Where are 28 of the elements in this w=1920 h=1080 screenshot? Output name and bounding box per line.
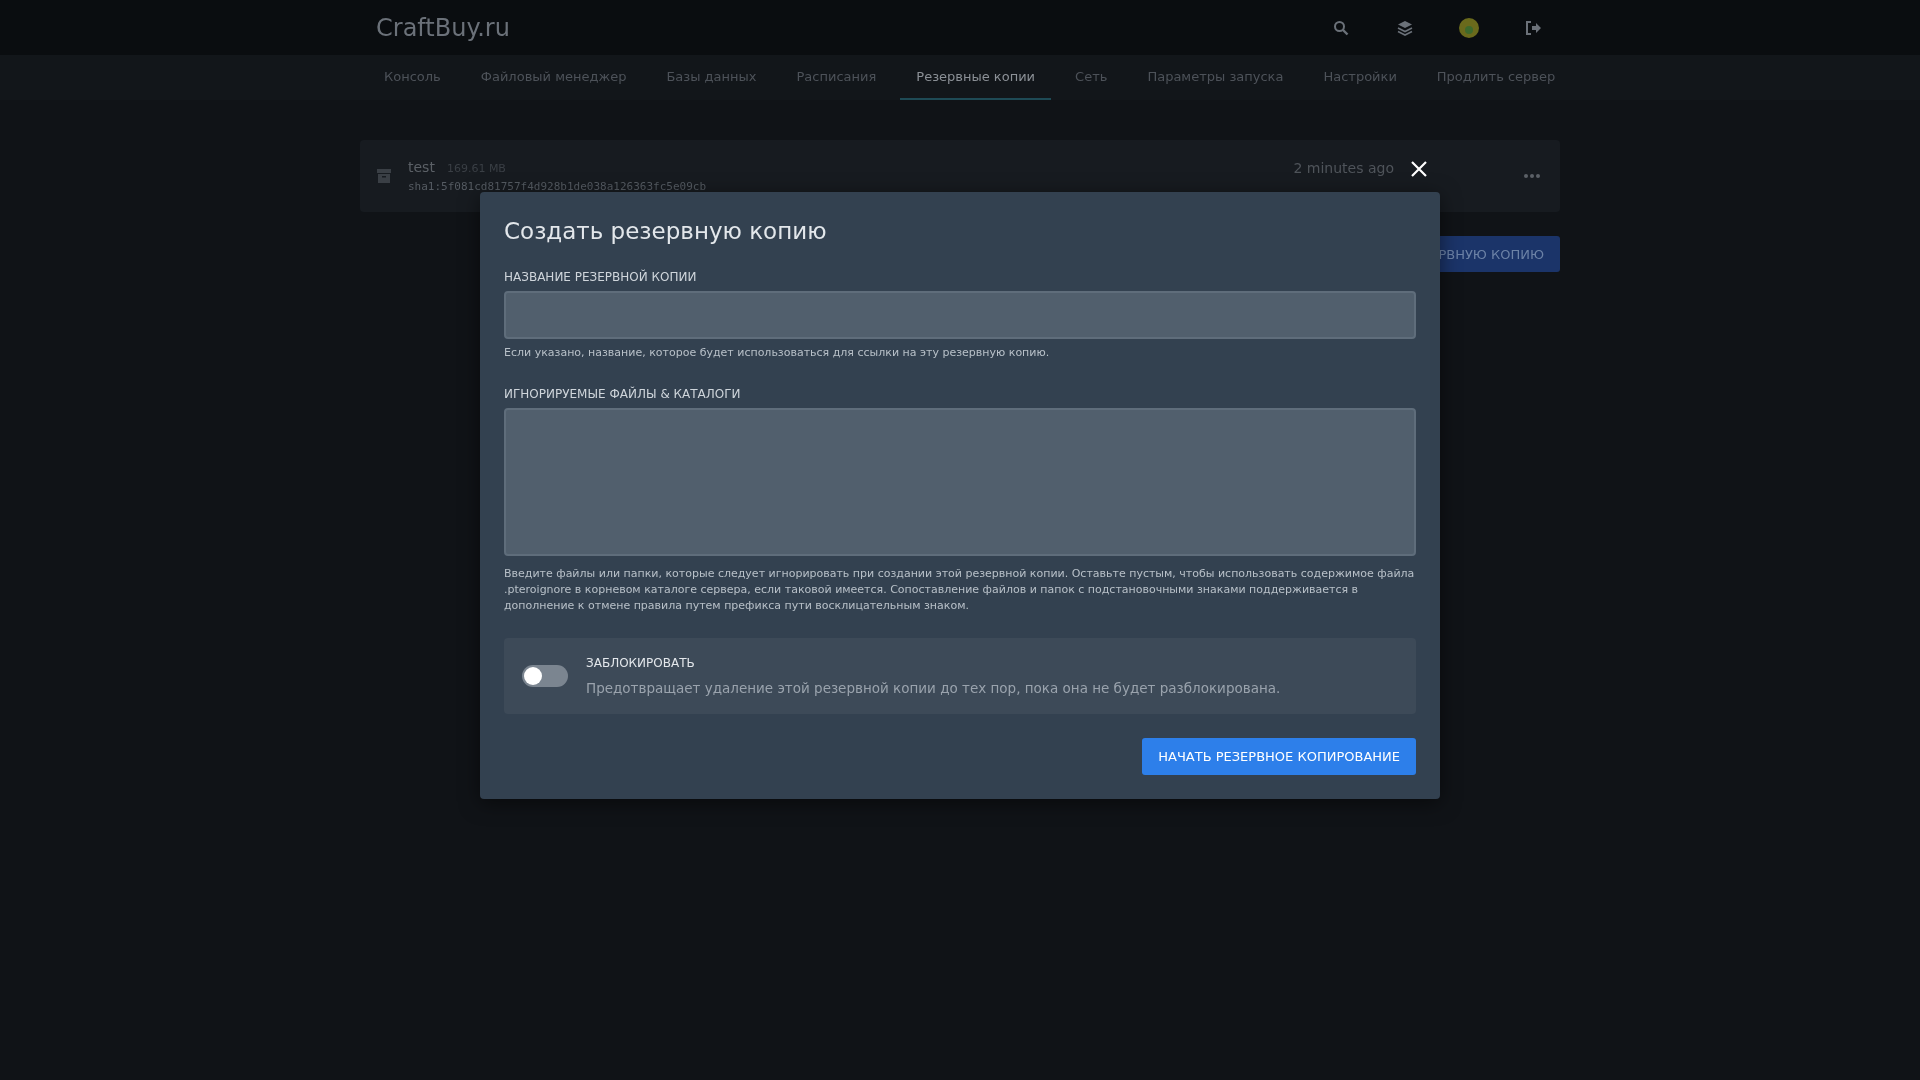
archive-icon (376, 168, 392, 184)
backup-checksum: sha1:5f081cd81757f4d928b1de038a126363fc5e09cb (408, 180, 706, 193)
nav-tab[interactable]: Сеть (1059, 55, 1124, 100)
more-icon[interactable] (1524, 174, 1540, 178)
nav-tab[interactable]: Настройки (1307, 55, 1413, 100)
backup-time: 2 minutes ago (1293, 160, 1394, 176)
field-hint: Если указано, название, которое будет использоваться для ссылки на эту резервную копию. (504, 345, 1051, 361)
lock-toggle[interactable] (522, 665, 568, 687)
create-backup-button[interactable]: РВНУЮ КОПИЮ (1440, 236, 1560, 272)
nav-tab[interactable]: Параметры запуска (1131, 55, 1300, 100)
avatar-icon[interactable] (1458, 16, 1480, 39)
nav-tab[interactable]: Консоль (368, 55, 457, 100)
ignored-files-field[interactable] (504, 408, 1416, 556)
nav-tab[interactable]: Базы данных (650, 55, 773, 100)
nav-tab[interactable]: Резервные копии (900, 55, 1052, 100)
backup-name-field[interactable] (504, 291, 1416, 339)
lock-description: Предотвращает удаление этой резервной копии до тех пор, пока она не будет разблокирована. (586, 680, 1281, 696)
dialog-title: Создать резервную копию (504, 218, 828, 244)
start-backup-button[interactable]: НАЧАТЬ РЕЗЕРВНОЕ КОПИРОВАНИЕ (1142, 738, 1416, 775)
site-logo[interactable]: CraftBuy.ru (376, 13, 510, 42)
nav-tab[interactable]: Расписания (780, 55, 893, 100)
backup-name: test (408, 159, 435, 175)
nav-tab[interactable]: Продлить сервер (1420, 55, 1572, 100)
lock-label: ЗАБЛОКИРОВАТЬ (586, 656, 696, 670)
field-label: НАЗВАНИЕ РЕЗЕРВНОЙ КОПИИ (504, 270, 698, 284)
nav-tab[interactable]: Файловый менеджер (464, 55, 643, 100)
field-label: ИГНОРИРУЕМЫЕ ФАЙЛЫ & КАТАЛОГИ (504, 387, 742, 401)
field-hint: Введите файлы или папки, которые следует игнорировать при создании этой резервной копии. Оставьте пустым, чтобы использовать содержимое файла .pteroignore в корневом каталоге сервера, если таковой имеется. Сопоставление файлов и папок с подстановочными знаками поддерживается в дополнение к отмене правила путем префикса пути восклицательным знаком. (504, 566, 1416, 614)
